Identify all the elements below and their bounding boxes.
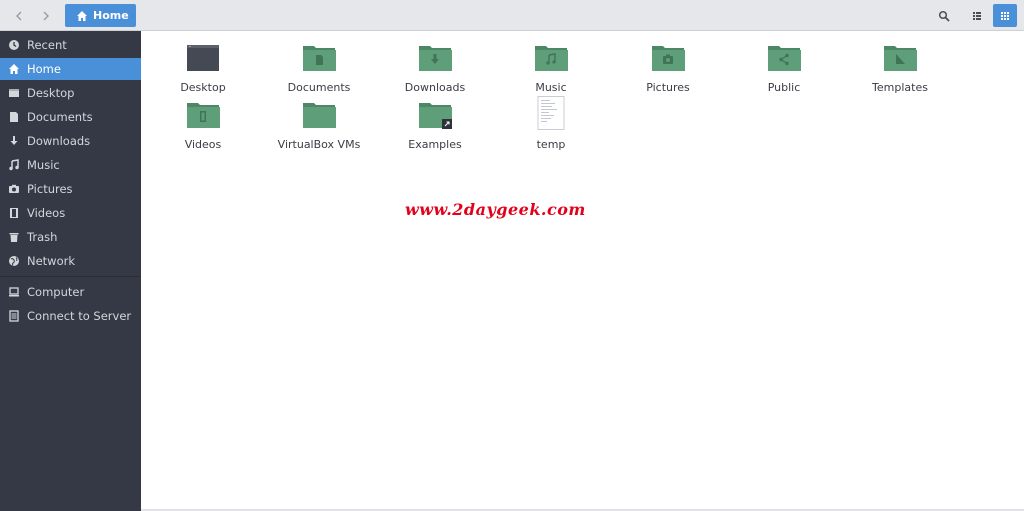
computer-icon: [9, 287, 19, 297]
file-view: Desktop Documents Downloads Music Pictur…: [141, 31, 1024, 511]
watermark-text: www.2daygeek.com: [405, 200, 586, 219]
sidebar-item-label: Pictures: [27, 182, 73, 196]
back-button[interactable]: [8, 5, 30, 27]
sidebar-item-pictures[interactable]: Pictures: [0, 178, 141, 200]
sidebar-item-connect-to-server[interactable]: Connect to Server: [0, 305, 141, 327]
file-label: Documents: [287, 81, 351, 94]
desktop-icon: [9, 89, 19, 97]
list-view-icon: [973, 11, 981, 20]
file-item-virtualbox-vms[interactable]: VirtualBox VMs: [264, 100, 374, 156]
public-folder-icon: [768, 46, 801, 71]
templates-folder-icon: [884, 46, 917, 71]
search-button[interactable]: [932, 4, 956, 27]
sidebar-item-computer[interactable]: Computer: [0, 281, 141, 303]
sidebar-item-documents[interactable]: Documents: [0, 106, 141, 128]
file-label: Music: [535, 81, 567, 94]
file-item-temp[interactable]: temp: [496, 96, 606, 152]
file-item-desktop[interactable]: Desktop: [148, 43, 258, 99]
chevron-left-icon: [16, 11, 22, 21]
text-file-icon: [537, 96, 565, 130]
file-label: Public: [767, 81, 801, 94]
server-icon: [9, 310, 19, 322]
sidebar-item-label: Documents: [27, 110, 93, 124]
breadcrumb-home[interactable]: Home: [65, 4, 136, 27]
sidebar-item-label: Connect to Server: [27, 309, 132, 323]
music-folder-icon: [535, 46, 568, 71]
file-label: VirtualBox VMs: [277, 138, 361, 151]
sidebar: Recent Home Desktop Documents Downloads …: [0, 31, 141, 511]
sidebar-item-label: Computer: [27, 285, 85, 299]
sidebar-item-label: Recent: [27, 38, 67, 52]
file-item-templates[interactable]: Templates: [845, 43, 955, 99]
file-label: Desktop: [180, 81, 226, 94]
grid-view-button[interactable]: [993, 4, 1017, 27]
sidebar-divider: [0, 276, 141, 277]
file-label: Pictures: [646, 81, 690, 94]
file-item-downloads[interactable]: Downloads: [380, 43, 490, 99]
file-label: Videos: [184, 138, 222, 151]
header-bar: Home: [0, 0, 1024, 31]
sidebar-item-music[interactable]: Music: [0, 154, 141, 176]
videos-folder-icon: [187, 103, 220, 128]
globe-icon: [9, 256, 19, 266]
sidebar-item-videos[interactable]: Videos: [0, 202, 141, 224]
file-label: Downloads: [404, 81, 466, 94]
home-icon: [9, 64, 19, 74]
trash-icon: [9, 233, 19, 242]
sidebar-item-label: Videos: [27, 206, 66, 220]
file-item-music[interactable]: Music: [496, 43, 606, 99]
breadcrumb-home-label: Home: [93, 9, 129, 22]
desktop-folder-icon: [187, 45, 219, 71]
file-item-videos[interactable]: Videos: [148, 100, 258, 156]
sidebar-item-home[interactable]: Home: [0, 58, 141, 80]
film-icon: [10, 208, 18, 218]
sidebar-item-label: Home: [27, 62, 61, 76]
folder-icon: [303, 103, 336, 128]
download-icon: [10, 136, 18, 145]
sidebar-item-label: Desktop: [27, 86, 75, 100]
grid-view-icon: [1001, 11, 1009, 20]
file-label: temp: [536, 138, 566, 151]
list-view-button[interactable]: [965, 4, 989, 27]
file-label: Examples: [408, 138, 462, 151]
file-item-documents[interactable]: Documents: [264, 43, 374, 99]
document-icon: [10, 112, 18, 122]
home-icon: [77, 10, 87, 21]
symlink-folder-icon: [419, 103, 452, 129]
sidebar-item-downloads[interactable]: Downloads: [0, 130, 141, 152]
sidebar-item-recent[interactable]: Recent: [0, 34, 141, 56]
sidebar-item-label: Network: [27, 254, 76, 268]
sidebar-item-label: Music: [27, 158, 60, 172]
downloads-folder-icon: [419, 46, 452, 71]
file-item-public[interactable]: Public: [729, 43, 839, 99]
file-item-pictures[interactable]: Pictures: [613, 43, 723, 99]
documents-folder-icon: [303, 46, 336, 71]
file-label: Templates: [872, 81, 928, 94]
sidebar-item-label: Trash: [27, 230, 58, 244]
music-icon: [9, 159, 19, 171]
sidebar-item-desktop[interactable]: Desktop: [0, 82, 141, 104]
sidebar-item-label: Downloads: [27, 134, 91, 148]
chevron-right-icon: [43, 11, 49, 21]
camera-icon: [9, 184, 19, 193]
forward-button[interactable]: [35, 5, 57, 27]
sidebar-item-trash[interactable]: Trash: [0, 226, 141, 248]
file-item-examples[interactable]: Examples: [380, 100, 490, 156]
search-icon: [938, 10, 950, 22]
sidebar-item-network[interactable]: Network: [0, 250, 141, 272]
clock-icon: [9, 40, 19, 50]
pictures-folder-icon: [652, 46, 685, 71]
